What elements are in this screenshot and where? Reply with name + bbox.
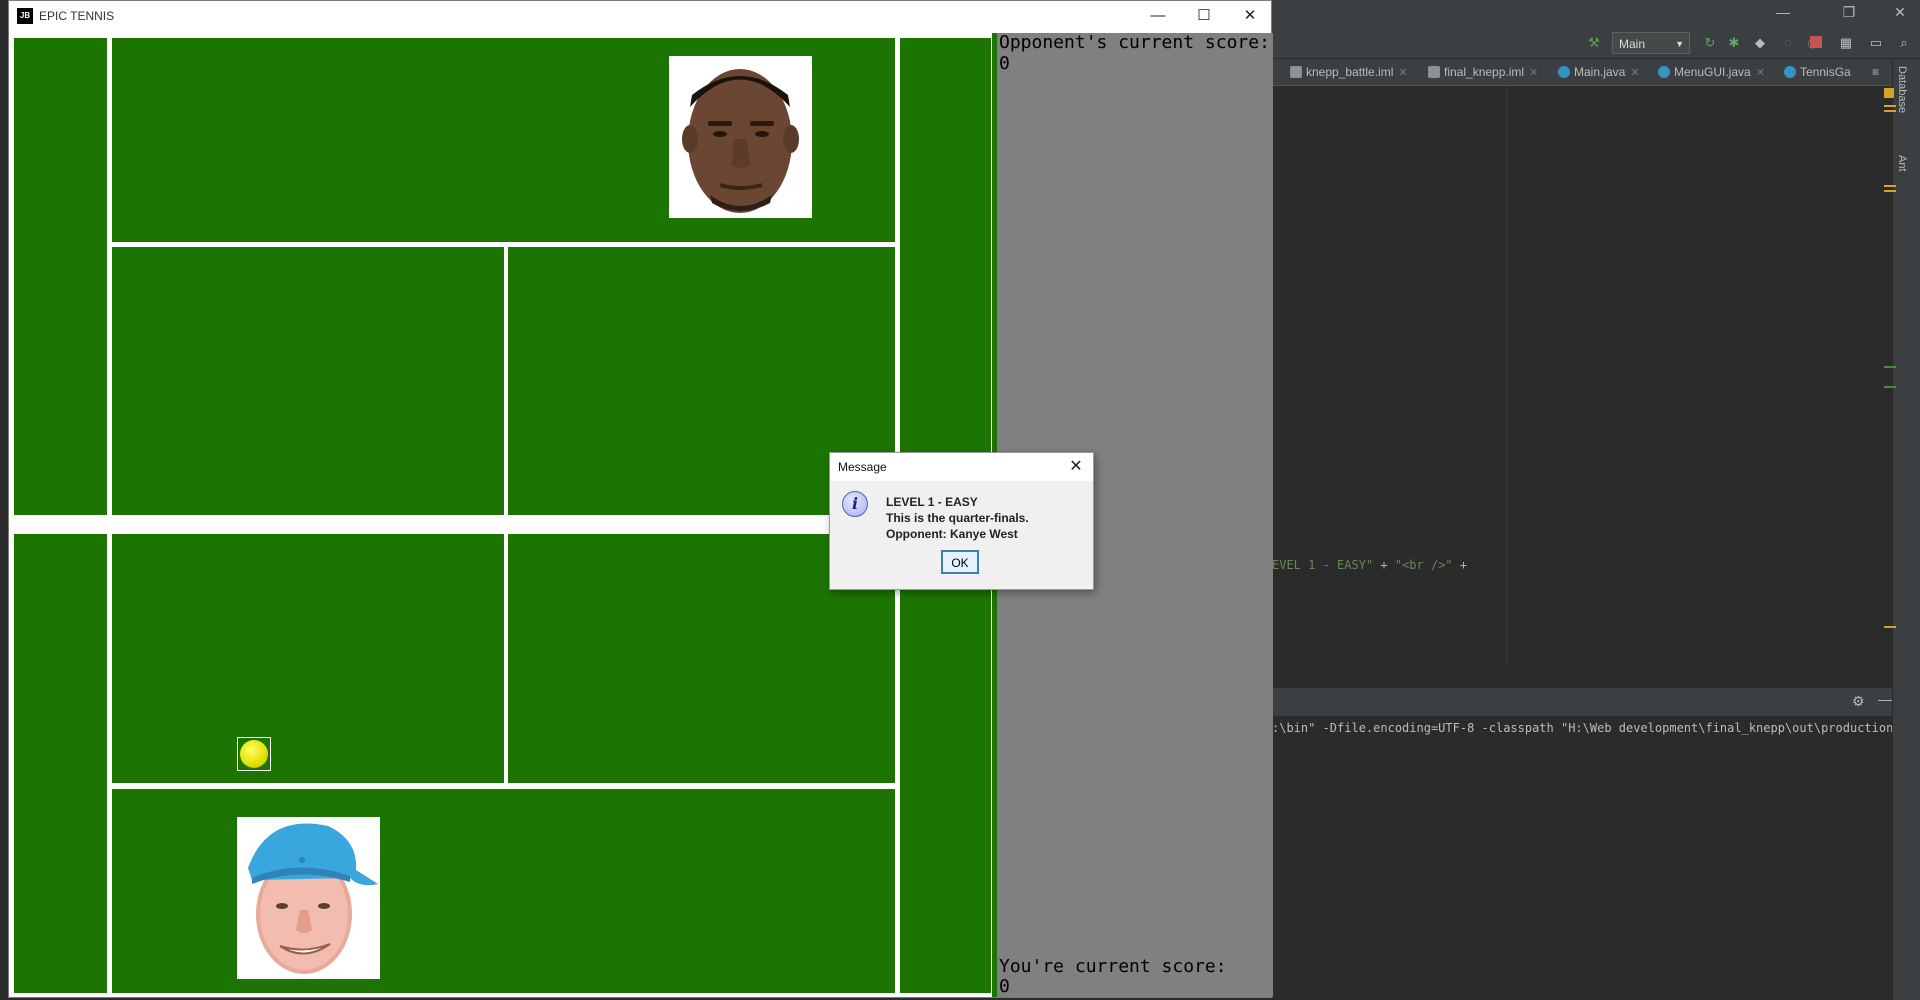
player-avatar xyxy=(237,817,380,979)
warning-stripe xyxy=(1884,110,1896,112)
layout-icon[interactable]: ▭ xyxy=(1868,35,1884,51)
debug-bug-icon[interactable]: ✱ xyxy=(1726,35,1742,51)
profile-icon[interactable]: ◌ xyxy=(1780,35,1796,51)
close-button[interactable]: ✕ xyxy=(1227,1,1273,31)
dialog-title: Message xyxy=(838,460,887,474)
ok-button[interactable]: OK xyxy=(941,550,979,574)
module-file-icon xyxy=(1290,66,1302,78)
change-stripe xyxy=(1884,366,1896,368)
warning-stripe xyxy=(1884,190,1896,192)
close-icon[interactable]: ✕ xyxy=(1529,67,1538,79)
console-output[interactable] xyxy=(1272,716,1892,1000)
close-icon[interactable]: ✕ xyxy=(1756,67,1765,79)
top-left-service-box xyxy=(112,247,504,515)
ball-icon xyxy=(240,740,268,768)
warning-marker xyxy=(1884,88,1894,98)
right-alley-top xyxy=(900,38,991,515)
ide-right-toolbar xyxy=(1892,59,1920,1000)
window-title: EPIC TENNIS xyxy=(39,9,115,23)
opponent-score-label: Opponent's current score: xyxy=(999,32,1270,53)
build-hammer-icon[interactable]: ⚒ xyxy=(1586,35,1602,51)
bottom-left-service-box xyxy=(112,534,504,783)
tab-tennisgame-java[interactable]: TennisGa xyxy=(1784,59,1860,85)
chevron-down-icon: ▼ xyxy=(1675,39,1684,49)
java-class-icon xyxy=(1658,66,1670,78)
project-structure-icon[interactable]: ▦ xyxy=(1838,35,1854,51)
close-icon[interactable]: ✕ xyxy=(1398,67,1407,79)
console-command-line: :\bin" -Dfile.encoding=UTF-8 -classpath … xyxy=(1272,721,1892,735)
rerun-icon[interactable]: ↻ xyxy=(1702,35,1718,51)
bottom-backcourt xyxy=(112,789,895,993)
change-stripe xyxy=(1884,386,1896,388)
close-icon[interactable]: ✕ xyxy=(1630,67,1639,79)
tab-knepp-battle-iml[interactable]: knepp_battle.iml ✕ xyxy=(1290,59,1408,85)
code-line: EVEL 1 - EASY" + "<br />" + xyxy=(1272,558,1468,572)
stop-icon[interactable] xyxy=(1810,36,1822,48)
player-face-image xyxy=(248,823,378,974)
dialog-message-round: This is the quarter-finals. xyxy=(886,511,1029,525)
search-icon[interactable]: ⌕ xyxy=(1896,35,1912,51)
run-config-label: Main xyxy=(1619,37,1646,51)
tab-final-knepp-iml[interactable]: final_knepp.iml ✕ xyxy=(1428,59,1538,85)
run-configuration-select[interactable]: Main ▼ xyxy=(1612,32,1690,54)
coverage-shield-icon[interactable]: ◆ xyxy=(1752,35,1768,51)
player-score-label: You're current score: xyxy=(999,956,1227,977)
tab-overflow-icon[interactable]: ≡ xyxy=(1872,59,1879,85)
left-alley-top xyxy=(14,38,107,515)
ide-restore-button[interactable]: ❐ xyxy=(1834,4,1864,21)
run-panel-header xyxy=(1272,688,1892,716)
window-titlebar: JB EPIC TENNIS — ☐ ✕ xyxy=(9,1,1271,31)
gear-icon[interactable]: ⚙ xyxy=(1852,693,1865,710)
dialog-close-button[interactable]: ✕ xyxy=(1065,456,1087,478)
player-score-value: 0 xyxy=(999,976,1010,997)
opponent-face-image xyxy=(682,69,799,213)
opponent-score-value: 0 xyxy=(999,53,1010,74)
ide-minimize-button[interactable]: — xyxy=(1768,4,1798,20)
database-panel-tab[interactable]: Database xyxy=(1896,66,1908,113)
dialog-message-opponent: Opponent: Kanye West xyxy=(886,527,1018,541)
left-alley-bottom xyxy=(14,534,107,993)
tennis-ball xyxy=(237,737,271,771)
minimize-button[interactable]: — xyxy=(1135,1,1181,31)
message-dialog: Message ✕ i LEVEL 1 - EASY This is the q… xyxy=(829,452,1094,590)
tab-menugui-java[interactable]: MenuGUI.java ✕ xyxy=(1658,59,1765,85)
java-class-icon xyxy=(1558,66,1570,78)
opponent-avatar xyxy=(669,56,812,218)
module-file-icon xyxy=(1428,66,1440,78)
minimize-panel-icon[interactable]: — xyxy=(1878,691,1892,707)
dialog-titlebar: Message ✕ xyxy=(830,453,1093,481)
maximize-button[interactable]: ☐ xyxy=(1181,1,1227,31)
java-app-icon: JB xyxy=(17,8,33,24)
right-margin-guide xyxy=(1506,86,1507,666)
java-class-icon xyxy=(1784,66,1796,78)
warning-stripe xyxy=(1884,626,1896,628)
ant-panel-tab[interactable]: Ant xyxy=(1896,155,1908,172)
information-icon: i xyxy=(842,491,868,517)
warning-stripe xyxy=(1884,105,1896,107)
tab-main-java[interactable]: Main.java ✕ xyxy=(1558,59,1640,85)
ide-titlebar xyxy=(1272,0,1920,28)
warning-stripe xyxy=(1884,185,1896,187)
dialog-message-level: LEVEL 1 - EASY xyxy=(886,495,978,509)
right-alley-bottom xyxy=(900,534,991,993)
ide-close-button[interactable]: ✕ xyxy=(1885,4,1915,21)
code-editor[interactable] xyxy=(1272,86,1892,666)
